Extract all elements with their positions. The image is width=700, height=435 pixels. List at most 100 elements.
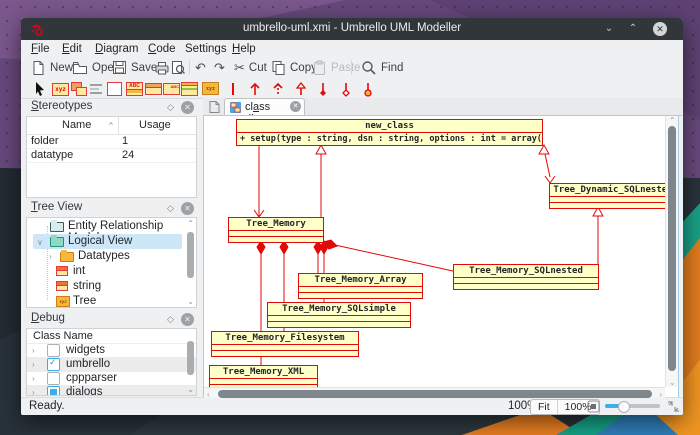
class-box-new-class[interactable]: new_class + setup(type : string, dsn : s… [236, 119, 543, 146]
close-panel-icon[interactable]: ✕ [181, 101, 194, 114]
class-tool[interactable]: ABC [126, 82, 143, 96]
minimize-button[interactable]: ⌄ [601, 21, 617, 37]
close-panel-icon[interactable]: ✕ [181, 313, 194, 326]
class-box-tree-memory-sqlnested[interactable]: Tree_Memory_SQLnested [453, 264, 599, 290]
scroll-down-icon[interactable]: ⌄ [187, 385, 194, 394]
canvas-horizontal-scrollbar[interactable]: ‹ › [204, 387, 665, 399]
menu-edit[interactable]: Edit [57, 41, 87, 57]
select-tool[interactable] [32, 81, 48, 97]
tree-item-entity-relationship-model[interactable]: Entity Relationship Model [27, 219, 196, 234]
checkbox-unchecked[interactable] [47, 344, 60, 357]
chevron-right-icon[interactable]: › [32, 346, 35, 355]
fit-button[interactable]: Fit [531, 400, 558, 414]
interface-tool[interactable] [145, 83, 162, 95]
tree-view-panel-header[interactable]: Tree View ◇ ✕ [25, 199, 199, 217]
tree-item-tree[interactable]: xyz Tree [27, 294, 196, 308]
redo-button[interactable]: ↷ [214, 59, 225, 76]
float-panel-icon[interactable]: ◇ [164, 202, 177, 215]
titlebar[interactable]: umbrello-uml.xmi - Umbrello UML Modeller… [21, 18, 683, 41]
paste-button[interactable]: Paste [312, 59, 360, 76]
enum-tool[interactable] [181, 82, 198, 96]
package-tool[interactable]: xyz [202, 82, 219, 95]
scroll-down-icon[interactable]: ⌄ [669, 378, 676, 387]
uni-association-tool[interactable] [247, 81, 263, 97]
debug-item-dialogs[interactable]: › dialogs [27, 385, 196, 396]
composition-tool[interactable] [315, 81, 331, 97]
find-button[interactable]: Find [361, 59, 403, 76]
class-box-tree-memory[interactable]: Tree_Memory [228, 217, 324, 243]
zoom-slider-handle[interactable] [618, 401, 630, 413]
box-tool[interactable] [107, 82, 122, 96]
scroll-up-icon[interactable]: ⌃ [187, 219, 194, 228]
generalization-tool[interactable] [293, 81, 309, 97]
association-newclass-treememory[interactable] [254, 145, 264, 217]
float-panel-icon[interactable]: ◇ [164, 313, 177, 326]
print-preview-button[interactable] [170, 59, 186, 76]
class-box-tree-memory-array[interactable]: Tree_Memory_Array [298, 273, 423, 299]
debug-scrollbar[interactable] [187, 341, 194, 375]
copy-button[interactable]: Copy [271, 59, 317, 76]
aggregation-tool[interactable] [338, 81, 354, 97]
debug-item-cppparser[interactable]: › cppparser [27, 371, 196, 386]
generalization-sqlnested-dynamic[interactable] [593, 207, 603, 264]
datatype-tool[interactable]: ABC [163, 83, 180, 95]
tree-item-datatypes[interactable]: › Datatypes [27, 249, 196, 264]
stereotypes-table-header[interactable]: Name ^ Usage [27, 117, 196, 135]
maximize-button[interactable]: ⌃ [625, 21, 641, 37]
close-tab-icon[interactable]: ✕ [290, 101, 301, 112]
print-button[interactable] [154, 59, 170, 76]
diagram-canvas[interactable]: new_class + setup(type : string, dsn : s… [203, 115, 679, 399]
cut-button[interactable]: ✂ Cut [234, 59, 267, 76]
generalization-treememory-newclass[interactable] [316, 145, 326, 217]
debug-panel-header[interactable]: Debug ◇ ✕ [25, 310, 199, 328]
chevron-right-icon[interactable]: › [32, 360, 35, 369]
scroll-left-icon[interactable]: ‹ [207, 390, 210, 399]
table-row[interactable]: datatype 24 [27, 148, 196, 163]
class-box-tree-dynamic-sqlnested[interactable]: Tree_Dynamic_SQLnested [549, 183, 677, 209]
scroll-down-icon[interactable]: ⌄ [187, 297, 194, 306]
text-tool[interactable]: xyz [52, 83, 69, 96]
table-row[interactable]: folder 1 [27, 134, 196, 149]
chevron-right-icon[interactable]: › [32, 388, 35, 396]
undo-button[interactable]: ↶ [195, 59, 206, 76]
float-panel-icon[interactable]: ◇ [164, 101, 177, 114]
tree-item-string[interactable]: string [27, 279, 196, 294]
checkbox-partial[interactable] [47, 386, 60, 396]
close-panel-icon[interactable]: ✕ [181, 202, 194, 215]
debug-item-umbrello[interactable]: › umbrello [27, 357, 196, 372]
class-box-tree-memory-sqlsimple[interactable]: Tree_Memory_SQLsimple [267, 302, 411, 328]
column-name[interactable]: Name [62, 119, 91, 131]
generalization-sqlnest-newclass[interactable] [539, 145, 555, 183]
checkbox-checked[interactable] [47, 358, 60, 371]
stereotypes-panel-header[interactable]: Stereotypes ◇ ✕ [25, 98, 199, 116]
chevron-right-icon[interactable]: › [32, 374, 35, 383]
column-usage[interactable]: Usage [139, 119, 171, 131]
menu-code[interactable]: Code [143, 41, 181, 57]
resize-corner-icon[interactable] [667, 400, 680, 413]
debug-item-widgets[interactable]: › widgets [27, 343, 196, 358]
scroll-up-icon[interactable]: ⌃ [669, 116, 676, 125]
tab-class-diagram[interactable]: class diagram ✕ [224, 98, 305, 116]
menu-help[interactable]: Help [227, 41, 261, 57]
note-tool[interactable] [90, 84, 102, 94]
dependency-tool[interactable] [270, 81, 286, 97]
containment-tool[interactable] [360, 81, 376, 97]
menu-file[interactable]: File [26, 41, 55, 57]
save-button[interactable]: Save [112, 59, 157, 76]
chevron-down-icon[interactable]: ∨ [37, 238, 43, 247]
tree-item-logical-view[interactable]: ∨ Logical View [33, 234, 182, 249]
menu-settings[interactable]: Settings [180, 41, 232, 57]
zoom-fit-page-button[interactable] [587, 400, 600, 413]
chevron-right-icon[interactable]: › [49, 252, 52, 261]
composition-sqlnested[interactable] [323, 240, 453, 271]
vertical-scroll-handle[interactable] [668, 126, 676, 371]
new-button[interactable]: New [31, 59, 73, 76]
association-tool[interactable] [225, 81, 241, 97]
menu-diagram[interactable]: Diagram [90, 41, 143, 57]
class-box-tree-memory-filesystem[interactable]: Tree_Memory_Filesystem [211, 331, 359, 357]
horizontal-scroll-handle[interactable] [218, 390, 652, 398]
new-tab-button[interactable] [208, 100, 221, 113]
checkbox-unchecked[interactable] [47, 372, 60, 385]
canvas-vertical-scrollbar[interactable]: ⌃ ⌄ [665, 116, 678, 387]
close-button[interactable]: ✕ [653, 22, 667, 36]
